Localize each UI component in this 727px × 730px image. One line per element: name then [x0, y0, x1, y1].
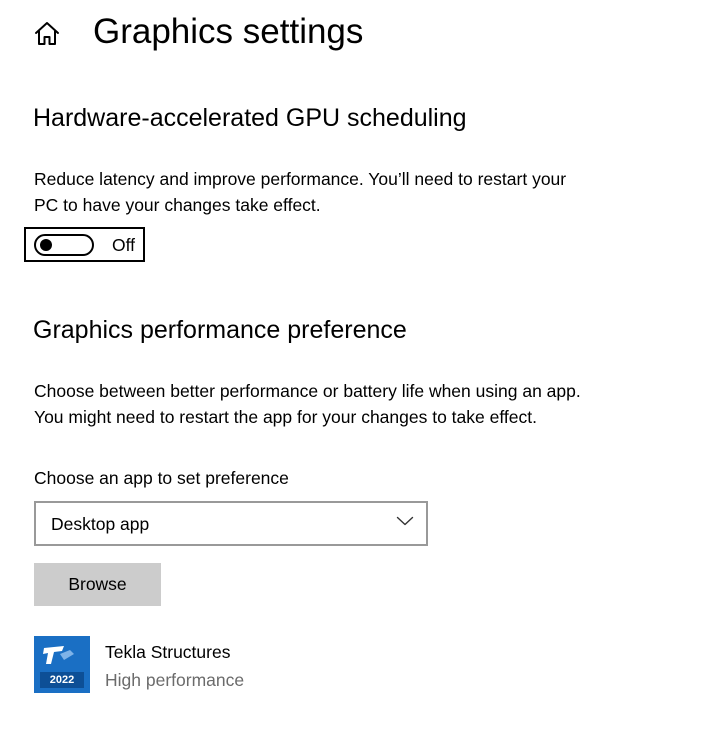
app-name[interactable]: Tekla Structures	[105, 640, 230, 664]
gpu-scheduling-heading: Hardware-accelerated GPU scheduling	[33, 104, 467, 132]
gpu-scheduling-toggle-knob[interactable]	[40, 239, 52, 251]
performance-preference-description-line-2: You might need to restart the app for yo…	[34, 407, 537, 427]
app-icon-year-label: 2022	[49, 674, 75, 686]
home-icon[interactable]	[32, 18, 62, 48]
choose-app-label: Choose an app to set preference	[34, 468, 289, 488]
gpu-scheduling-toggle-state: Off	[112, 235, 136, 255]
browse-button[interactable]: Browse	[34, 563, 161, 606]
performance-preference-description-line-1: Choose between better performance or bat…	[34, 381, 581, 401]
performance-preference-description: Choose between better performance or bat…	[34, 378, 581, 430]
performance-preference-heading: Graphics performance preference	[33, 316, 407, 344]
gpu-scheduling-description-line-1: Reduce latency and improve performance. …	[34, 169, 567, 189]
app-preference: High performance	[105, 670, 245, 690]
gpu-scheduling-description: Reduce latency and improve performance. …	[34, 166, 566, 218]
gpu-scheduling-description-line-2: PC to have your changes take effect.	[34, 195, 321, 215]
page-title: Graphics settings	[93, 12, 364, 51]
app-type-dropdown-value[interactable]: Desktop app	[51, 511, 149, 537]
chevron-down-icon[interactable]	[396, 515, 414, 527]
